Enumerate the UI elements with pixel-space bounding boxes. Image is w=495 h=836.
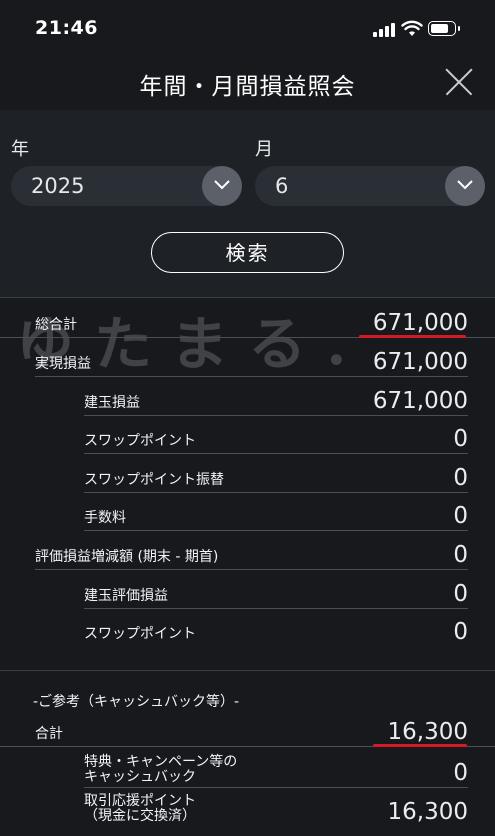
valuation-swap-value: 0	[453, 619, 468, 645]
swap-row: スワップポイント 0	[84, 415, 468, 454]
valuation-swap-row: スワップポイント 0	[84, 608, 468, 646]
position-valuation-value: 0	[453, 581, 468, 607]
cashback-row: 特典・キャンペーン等の キャッシュバック 0	[84, 747, 468, 788]
valuation-swap-label: スワップポイント	[84, 626, 196, 642]
total-label: 総合計	[35, 317, 77, 333]
year-label: 年	[11, 139, 29, 160]
valuation-change-value: 0	[453, 542, 468, 568]
points-label: 取引応援ポイント （現金に交換済）	[84, 793, 196, 824]
reference-total-value: 16,300	[387, 719, 468, 745]
realized-row: 実現損益 671,000	[35, 338, 468, 377]
total-value: 671,000	[372, 310, 468, 336]
swap-transfer-row: スワップポイント振替 0	[84, 454, 468, 493]
year-select-value: 2025	[31, 174, 85, 198]
swap-transfer-value: 0	[453, 465, 468, 491]
cashback-label: 特典・キャンペーン等の キャッシュバック	[84, 754, 238, 785]
filter-panel: 年 月 2025 6 検索	[0, 110, 495, 297]
position-valuation-row: 建玉評価損益 0	[84, 570, 468, 609]
realized-label: 実現損益	[35, 356, 91, 372]
reference-total-label: 合計	[35, 726, 63, 742]
chevron-down-icon[interactable]	[445, 166, 485, 206]
valuation-change-row: 評価損益増減額 (期末 - 期首) 0	[35, 531, 468, 570]
month-label: 月	[255, 139, 273, 160]
position-pl-label: 建玉損益	[84, 395, 140, 411]
section-divider	[0, 670, 495, 671]
chevron-down-icon[interactable]	[202, 166, 242, 206]
position-valuation-label: 建玉評価損益	[84, 588, 168, 604]
status-icons	[373, 20, 463, 39]
fee-label: 手数料	[84, 510, 126, 526]
page-header: 年間・月間損益照会	[0, 58, 495, 110]
status-bar: 21:46	[0, 0, 495, 58]
section-divider	[0, 297, 495, 298]
year-select[interactable]: 2025	[11, 166, 242, 206]
position-pl-value: 671,000	[372, 388, 468, 414]
month-select[interactable]: 6	[255, 166, 485, 206]
swap-transfer-label: スワップポイント振替	[84, 472, 224, 488]
total-row: 総合計 671,000	[35, 299, 468, 337]
wifi-icon	[401, 20, 423, 36]
fee-row: 手数料 0	[84, 492, 468, 531]
points-value: 16,300	[387, 799, 468, 825]
fee-value: 0	[453, 503, 468, 529]
reference-total-row: 合計 16,300	[35, 708, 468, 746]
realized-value: 671,000	[372, 349, 468, 375]
cashback-value: 0	[453, 760, 468, 786]
page-title: 年間・月間損益照会	[139, 74, 356, 100]
search-button[interactable]: 検索	[151, 232, 344, 273]
points-row: 取引応援ポイント （現金に交換済） 16,300	[84, 788, 468, 826]
position-pl-row: 建玉損益 671,000	[84, 377, 468, 416]
month-select-value: 6	[275, 174, 289, 198]
status-time: 21:46	[35, 17, 98, 39]
cellular-signal-icon	[373, 21, 395, 37]
swap-value: 0	[453, 426, 468, 452]
valuation-change-label: 評価損益増減額 (期末 - 期首)	[35, 549, 219, 565]
close-icon[interactable]	[445, 68, 473, 96]
swap-label: スワップポイント	[84, 433, 196, 449]
battery-icon	[428, 21, 460, 36]
